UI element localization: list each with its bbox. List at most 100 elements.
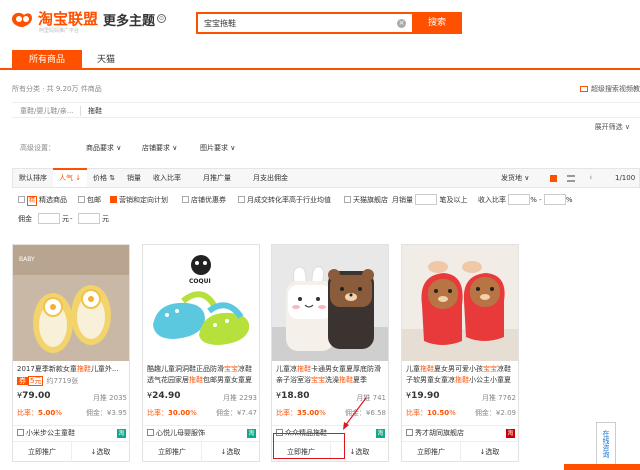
- shop-row: 心悦儿母婴服饰 淘: [143, 425, 259, 439]
- coupon-tag: 券: [17, 377, 28, 385]
- filter-tmall-flagship[interactable]: 天猫旗舰店: [344, 192, 388, 208]
- header: 淘宝联盟 阿里妈妈推广平台 更多主题 ⊙ × 搜索: [0, 0, 640, 46]
- income-rate: 比率：10.50%: [406, 409, 456, 417]
- checkbox-icon[interactable]: [182, 196, 189, 203]
- clear-icon[interactable]: ×: [397, 19, 406, 28]
- filter-free-shipping[interactable]: 包邮: [78, 192, 101, 208]
- commission-max-input[interactable]: [78, 213, 100, 224]
- income-rate-filter: 收入比率 % - %: [478, 194, 573, 205]
- checkbox-icon[interactable]: [78, 196, 85, 203]
- rate-row: 比率：30.00% 佣金：¥7.47: [147, 408, 257, 420]
- annotation-highlight-box: [273, 433, 345, 459]
- income-rate: 比率：5.00%: [17, 409, 62, 417]
- select-button[interactable]: ↓选取: [201, 442, 259, 462]
- product-card[interactable]: 儿童拖鞋夏女男可爱小孩宝宝凉鞋子软男童女童凉拖鞋小公主小童夏季 ¥19.90 月…: [401, 244, 519, 462]
- search-button[interactable]: 搜索: [412, 12, 462, 34]
- breadcrumb-keyword[interactable]: 拖鞋: [88, 103, 102, 119]
- filter-conversion-rate[interactable]: 月成交转化率高于行业均值: [238, 192, 331, 208]
- divider: [80, 106, 81, 116]
- product-title[interactable]: 儿童拖鞋夏女男可爱小孩宝宝凉鞋子软男童女童凉拖鞋小公主小童夏季: [406, 364, 516, 386]
- product-image[interactable]: BABY: [13, 245, 129, 361]
- select-button[interactable]: ↓选取: [71, 442, 129, 462]
- list-view-icon[interactable]: [567, 175, 575, 182]
- shop-name[interactable]: 小米步公主童鞋: [17, 426, 75, 440]
- commission: 佣金：¥3.95: [85, 409, 127, 417]
- sort-default[interactable]: 默认排序: [19, 169, 47, 187]
- search-box[interactable]: ×: [196, 12, 412, 34]
- commission-label: 佣金: [18, 215, 32, 223]
- logo-subtitle: 阿里妈妈推广平台: [39, 28, 80, 34]
- breadcrumb-category[interactable]: 童鞋/婴儿鞋/亲...: [20, 103, 73, 119]
- filter-selected[interactable]: 精精选商品: [18, 192, 67, 208]
- promote-button[interactable]: 立即推广: [13, 442, 71, 462]
- income-rate-min-input[interactable]: [508, 194, 531, 205]
- product-card[interactable]: BABY 2017夏季新款女童拖鞋儿童外... 券 5元 约7719张 ¥79.00…: [12, 244, 130, 462]
- monthly-sales-input[interactable]: [415, 194, 438, 205]
- select-button[interactable]: ↓选取: [460, 442, 518, 462]
- product-card[interactable]: 儿童凉拖鞋卡通男女童夏厚底防滑亲子浴室浴宝宝洗澡拖鞋夏季 ¥18.80 月推 7…: [271, 244, 389, 462]
- taobao-logo-icon[interactable]: [10, 9, 34, 29]
- expand-filters-button[interactable]: 展开筛选 ∨: [595, 122, 630, 132]
- bottom-accent-bar: [564, 464, 640, 470]
- product-image[interactable]: [402, 245, 518, 361]
- online-consult-button[interactable]: 在线咨询: [596, 422, 616, 466]
- page-indicator: 1/100: [615, 174, 636, 182]
- checkbox-icon[interactable]: [238, 196, 245, 203]
- shop-name[interactable]: 秀才胡同旗舰店: [406, 426, 464, 440]
- search-input[interactable]: [204, 17, 384, 30]
- shop-row: 小米步公主童鞋 淘: [13, 425, 129, 439]
- monthly-sales: 月推 741: [356, 394, 386, 402]
- tmall-badge-icon: 淘: [506, 429, 515, 438]
- selected-tag: 精: [27, 196, 38, 206]
- checkbox-icon[interactable]: [344, 196, 351, 203]
- dropdown-item-requirement[interactable]: 商品要求 ∨: [86, 140, 121, 156]
- product-price: ¥24.90: [147, 391, 181, 401]
- monthly-sales: 月推 2293: [222, 394, 257, 402]
- promote-button[interactable]: 立即推广: [143, 442, 201, 462]
- promote-button[interactable]: 立即推广: [402, 442, 460, 462]
- breadcrumb: 童鞋/婴儿鞋/亲... 拖鞋: [12, 102, 640, 118]
- rate-row: 比率：35.00% 佣金：¥6.58: [276, 408, 386, 420]
- theme-title[interactable]: 更多主题: [103, 10, 155, 29]
- monthly-sales: 月推 2035: [92, 394, 127, 402]
- filter-marketing-plan[interactable]: 营销和定向计划: [110, 192, 168, 208]
- commission: 佣金：¥2.09: [474, 409, 516, 417]
- product-image[interactable]: [272, 245, 388, 361]
- sort-monthly-promotion[interactable]: 月推广量: [203, 169, 231, 187]
- checkbox-checked-icon[interactable]: [110, 196, 117, 203]
- commission: 佣金：¥7.47: [215, 409, 257, 417]
- circle-info-icon[interactable]: ⊙: [157, 14, 166, 23]
- tab-tmall[interactable]: 天猫: [86, 50, 126, 70]
- sort-monthly-commission[interactable]: 月支出佣金: [253, 169, 288, 187]
- video-icon: [580, 86, 588, 92]
- sort-price[interactable]: 价格 ⇅: [93, 169, 115, 187]
- income-rate-max-input[interactable]: [543, 194, 566, 205]
- ship-from-dropdown[interactable]: 发货地 ∨: [501, 169, 529, 187]
- product-title[interactable]: 酷趣儿童洞洞鞋正品防滑宝宝凉鞋透气花园家居拖鞋包邮男童女童夏: [147, 364, 257, 386]
- sort-income-rate[interactable]: 收入比率: [153, 169, 181, 187]
- commission-min-input[interactable]: [38, 213, 60, 224]
- grid-view-icon[interactable]: [550, 175, 557, 182]
- product-image[interactable]: COQUI: [143, 245, 259, 361]
- shop-name[interactable]: 心悦儿母婴服饰: [147, 426, 205, 440]
- sort-popularity[interactable]: 人气 ↓: [53, 168, 88, 187]
- checkbox-icon[interactable]: [18, 196, 25, 203]
- coupon-value[interactable]: 5元: [28, 376, 44, 386]
- dropdown-image-requirement[interactable]: 图片要求 ∨: [200, 140, 235, 156]
- filter-shop-coupon[interactable]: 店铺优惠券: [182, 192, 226, 208]
- dropdown-shop-requirement[interactable]: 店铺要求 ∨: [142, 140, 177, 156]
- category-tabs: 所有商品 天猫: [0, 50, 640, 70]
- sort-sales[interactable]: 销量: [127, 169, 141, 187]
- tutorial-link[interactable]: 超级搜索视频教: [580, 84, 640, 94]
- prev-page-icon[interactable]: ‹: [589, 169, 593, 187]
- price-row: ¥24.90 月推 2293: [147, 391, 257, 405]
- tab-all-products[interactable]: 所有商品: [12, 50, 82, 70]
- price-row: ¥19.90 月推 7762: [406, 391, 516, 405]
- sort-bar: 默认排序 人气 ↓ 价格 ⇅ 销量 收入比率 月推广量 月支出佣金 发货地 ∨ …: [12, 168, 640, 188]
- monthly-sales-filter: 月销量 笔及以上: [392, 194, 468, 205]
- logo-text[interactable]: 淘宝联盟: [38, 8, 98, 29]
- product-title[interactable]: 儿童凉拖鞋卡通男女童夏厚底防滑亲子浴室浴宝宝洗澡拖鞋夏季: [276, 364, 386, 386]
- shop-row: 秀才胡同旗舰店 淘: [402, 425, 518, 439]
- action-row: 立即推广 ↓选取: [143, 441, 259, 462]
- product-card[interactable]: COQUI 酷趣儿童洞洞鞋正品防滑宝宝凉鞋透气花园家居拖鞋包邮男童女童夏 ¥24…: [142, 244, 260, 462]
